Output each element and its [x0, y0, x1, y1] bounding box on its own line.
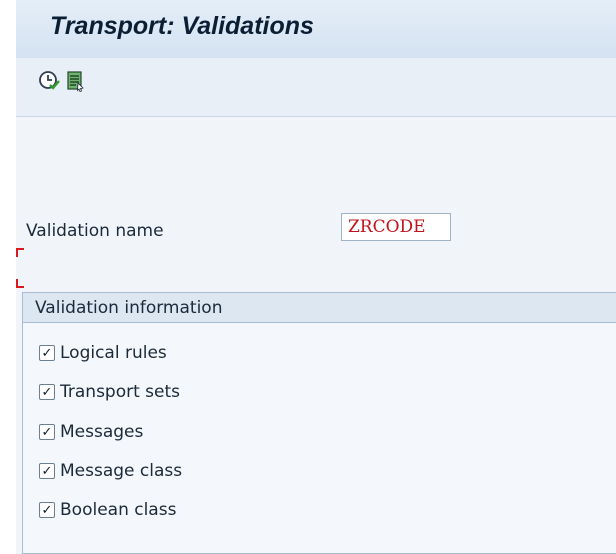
- checkbox-logical-rules-box[interactable]: ✓: [39, 345, 55, 361]
- sap-window: Transport: Validations Validation name Z…: [16, 0, 616, 554]
- checkbox-message-class[interactable]: ✓ Message class: [39, 459, 182, 483]
- validation-information-group: Validation information ✓ Logical rules ✓…: [22, 292, 616, 554]
- execute-button[interactable]: [36, 68, 62, 94]
- application-toolbar: [16, 58, 616, 117]
- checkbox-messages-box[interactable]: ✓: [39, 424, 55, 440]
- validation-name-input[interactable]: [341, 213, 451, 241]
- checkbox-transport-sets-box[interactable]: ✓: [39, 384, 55, 400]
- checkbox-label: Messages: [60, 422, 144, 442]
- checkbox-label: Logical rules: [60, 343, 167, 363]
- checkbox-logical-rules[interactable]: ✓ Logical rules: [39, 341, 167, 365]
- focus-marker: [16, 248, 24, 288]
- checkbox-message-class-box[interactable]: ✓: [39, 463, 55, 479]
- checkbox-label: Message class: [60, 461, 183, 481]
- page-title: Transport: Validations: [50, 12, 314, 40]
- group-title: Validation information: [35, 298, 223, 318]
- validation-name-label: Validation name: [26, 221, 164, 241]
- list-document-icon: [67, 71, 84, 92]
- checkbox-messages[interactable]: ✓ Messages: [39, 420, 143, 444]
- execute-clock-icon: [39, 71, 60, 90]
- checkbox-label: Boolean class: [60, 500, 177, 520]
- checkbox-boolean-class[interactable]: ✓ Boolean class: [39, 498, 176, 522]
- group-header: Validation information: [23, 293, 616, 323]
- checkbox-transport-sets[interactable]: ✓ Transport sets: [39, 380, 180, 404]
- main-content: Validation name Validation information ✓…: [16, 117, 616, 554]
- list-button[interactable]: [62, 68, 88, 94]
- title-bar: Transport: Validations: [16, 0, 616, 58]
- checkbox-boolean-class-box[interactable]: ✓: [39, 502, 55, 518]
- checkbox-label: Transport sets: [60, 382, 181, 402]
